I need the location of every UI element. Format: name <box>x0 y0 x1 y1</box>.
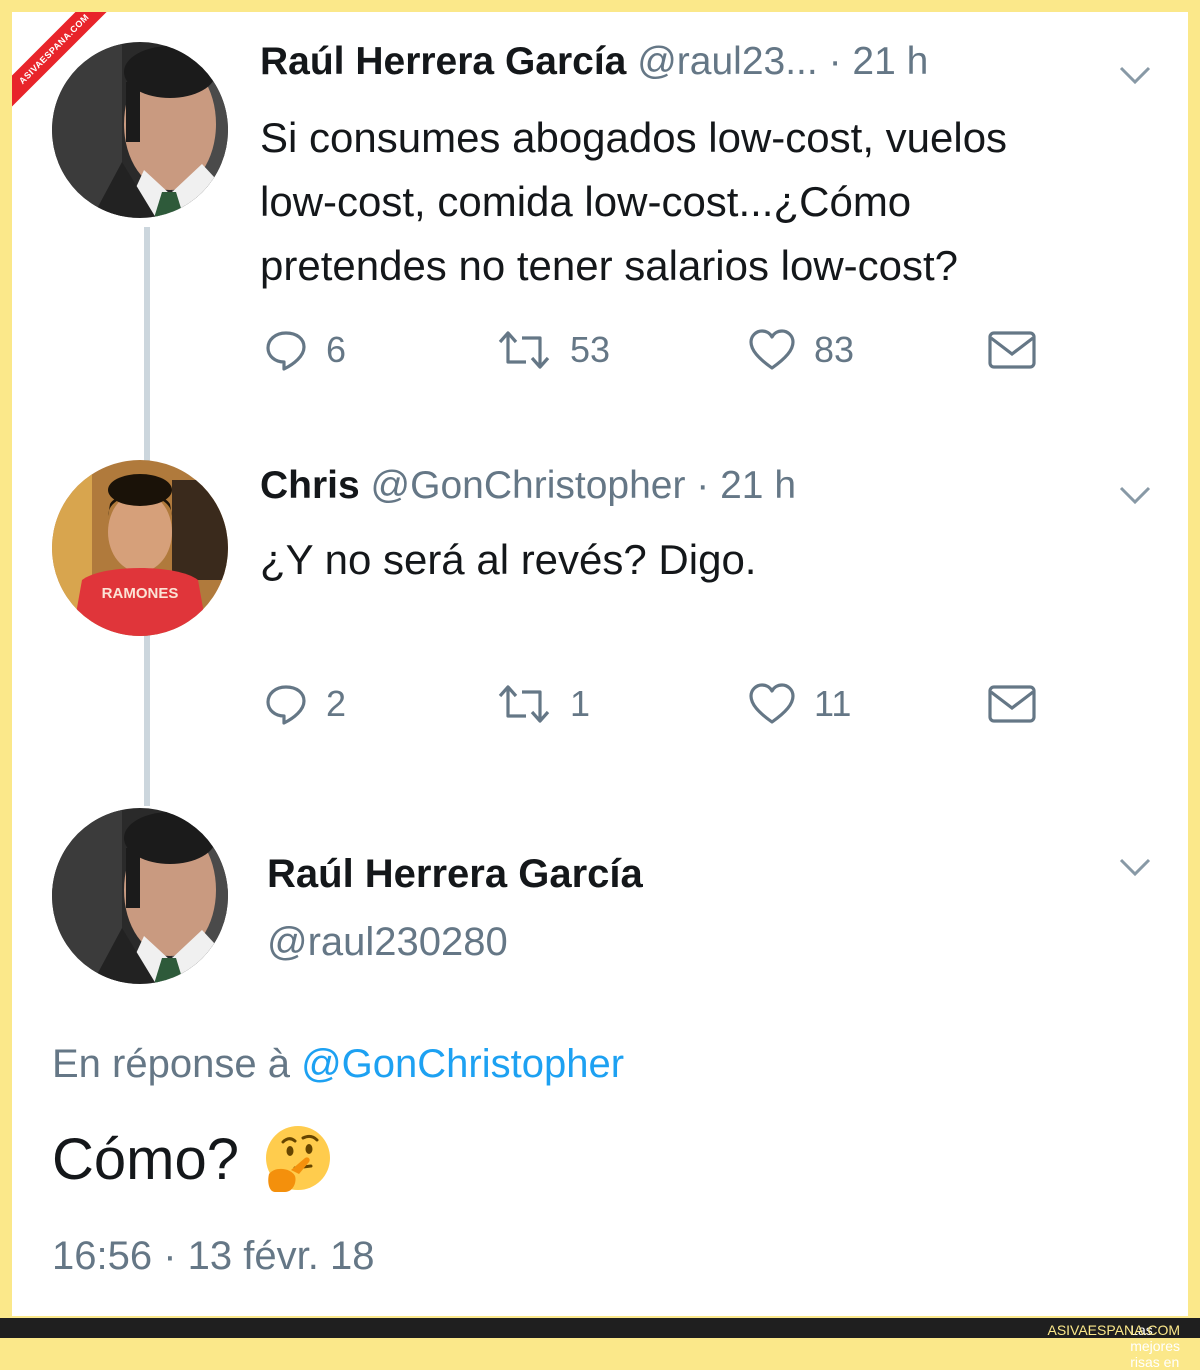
heart-icon <box>749 683 795 724</box>
reply-context: En réponse à @GonChristopher <box>52 1042 624 1087</box>
chevron-down-icon[interactable] <box>1118 64 1152 86</box>
tweet-header: Chris @GonChristopher · 21 h <box>260 464 796 508</box>
retweet-icon <box>498 685 550 723</box>
tweet-time[interactable]: · 21 h <box>696 464 796 507</box>
chevron-down-icon[interactable] <box>1118 484 1152 506</box>
retweet-icon <box>498 331 550 369</box>
tweet-text-line: ¿Y no será al revés? Digo. <box>260 536 757 583</box>
tweet-time[interactable]: · 21 h <box>829 40 929 83</box>
chevron-down-icon[interactable] <box>1118 856 1152 878</box>
tweet-body: Cómo? <box>52 1126 239 1192</box>
man-in-suit-avatar-icon <box>52 42 228 218</box>
tweet-text-line: pretendes no tener salarios low-cost? <box>260 242 959 289</box>
author-name[interactable]: Raúl Herrera García <box>260 40 626 83</box>
reply-count: 2 <box>326 683 347 724</box>
like-count: 83 <box>814 329 855 370</box>
tweet-text-line: Si consumes abogados low-cost, vuelos <box>260 114 1008 161</box>
envelope-icon <box>988 331 1036 369</box>
retweet-button[interactable]: 1 <box>496 682 590 726</box>
avatar[interactable] <box>52 42 228 218</box>
man-in-red-shirt-avatar-icon: RAMONES <box>52 460 228 636</box>
shirt-text: RAMONES <box>102 585 179 602</box>
retweet-count: 1 <box>570 683 591 724</box>
reply-icon <box>266 331 306 371</box>
tweet-text: Si consumes abogados low-cost, vuelos lo… <box>260 106 1007 298</box>
like-count: 11 <box>814 683 852 724</box>
like-button[interactable]: 83 <box>748 328 854 372</box>
thinking-face-icon <box>265 1126 330 1192</box>
avatar[interactable]: RAMONES <box>52 460 228 636</box>
main-tweet-text: Cómo? <box>52 1122 335 1196</box>
author-name[interactable]: Raúl Herrera García <box>267 852 643 897</box>
author-handle[interactable]: @GonChristopher <box>371 464 686 507</box>
dm-button[interactable] <box>988 684 1036 724</box>
tweet-text-line: low-cost, comida low-cost...¿Cómo <box>260 178 912 225</box>
footer-brand: ASIVAESPANA.COM <box>1047 1322 1180 1338</box>
tweet-timestamp[interactable]: 16:56 · 13 févr. 18 <box>52 1234 374 1279</box>
footer-bar: Las mejores risas en ASIVAESPANA.COM <box>0 1318 1200 1370</box>
man-in-suit-avatar-icon <box>52 808 228 984</box>
author-handle[interactable]: @raul23... <box>637 40 818 83</box>
thread-line <box>144 227 150 465</box>
heart-icon <box>749 329 795 370</box>
reply-icon <box>266 685 306 725</box>
reply-button[interactable]: 2 <box>264 682 346 726</box>
envelope-icon <box>988 685 1036 723</box>
author-handle[interactable]: @raul230280 <box>267 920 508 965</box>
reply-count: 6 <box>326 329 347 370</box>
tweet-header: Raúl Herrera García @raul23... · 21 h <box>260 40 928 84</box>
tweet-card: ASIVAESPANA.COM Raúl Herrera García @rau… <box>12 12 1188 1316</box>
tweet-text: ¿Y no será al revés? Digo. <box>260 528 756 592</box>
reply-prefix: En réponse à <box>52 1042 290 1086</box>
reply-button[interactable]: 6 <box>264 328 346 372</box>
dm-button[interactable] <box>988 330 1036 370</box>
like-button[interactable]: 11 <box>748 682 851 726</box>
mention-link[interactable]: @GonChristopher <box>301 1042 624 1086</box>
retweet-button[interactable]: 53 <box>496 328 610 372</box>
retweet-count: 53 <box>570 329 611 370</box>
thread-line <box>144 632 150 806</box>
avatar[interactable] <box>52 808 228 984</box>
author-name[interactable]: Chris <box>260 464 360 507</box>
